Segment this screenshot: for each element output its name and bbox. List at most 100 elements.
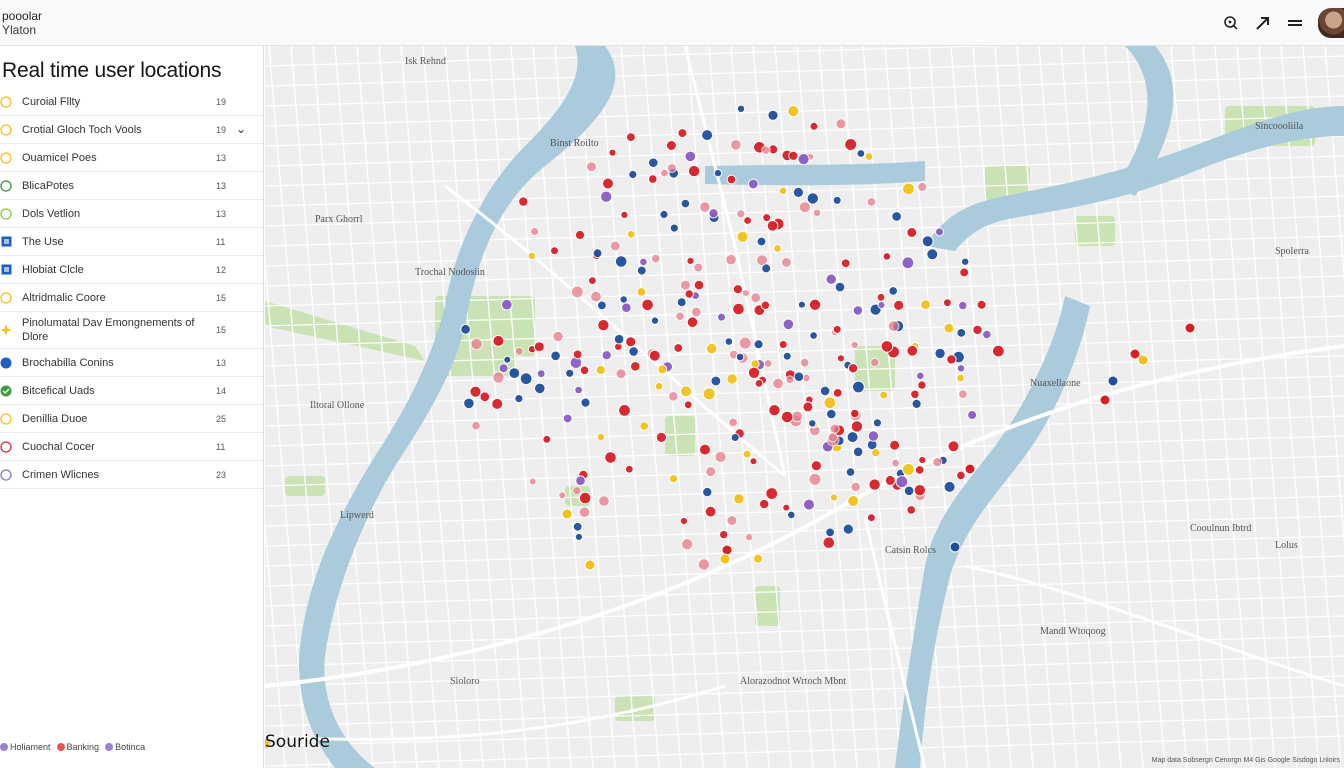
map-view[interactable]: Isk Rehnd Binst Roilto Sincoooliila Trochal… [265,46,1344,768]
user-location-marker[interactable] [808,472,822,486]
user-location-marker[interactable] [668,391,679,402]
user-location-marker[interactable] [636,265,647,276]
user-location-marker[interactable] [693,279,705,291]
user-location-marker[interactable] [725,253,737,266]
user-location-marker[interactable] [823,396,837,410]
user-location-marker[interactable] [636,287,647,297]
user-location-marker[interactable] [738,336,752,350]
user-location-marker[interactable] [782,351,792,361]
list-item[interactable]: Dols Vetlion 13 [0,200,263,228]
user-location-marker[interactable] [550,350,561,362]
user-location-marker[interactable] [921,235,934,248]
list-item[interactable]: Ouamicel Poes 13 [0,144,263,172]
user-location-marker[interactable] [788,150,799,161]
list-item[interactable]: BlicaPotes 13 [0,172,263,200]
user-location-marker[interactable] [592,248,603,259]
user-location-marker[interactable] [650,316,660,325]
user-location-marker[interactable] [956,470,966,481]
user-location-marker[interactable] [766,220,779,232]
user-location-marker[interactable] [479,391,491,403]
user-location-marker[interactable] [856,149,866,158]
user-location-marker[interactable] [697,558,711,571]
user-location-marker[interactable] [701,129,714,142]
user-location-marker[interactable] [850,420,864,433]
user-location-marker[interactable] [609,240,621,252]
user-location-marker[interactable] [728,417,738,428]
user-location-marker[interactable] [735,352,745,362]
user-location-marker[interactable] [742,449,752,459]
user-location-marker[interactable] [901,256,915,270]
user-location-marker[interactable] [832,388,843,398]
user-location-marker[interactable] [866,513,876,523]
user-location-marker[interactable] [767,109,779,121]
user-location-marker[interactable] [913,484,926,497]
user-location-marker[interactable] [598,495,610,507]
user-location-marker[interactable] [604,451,617,464]
list-item[interactable]: Denillia Duoe 25 [0,405,263,433]
user-location-marker[interactable] [660,168,669,178]
user-location-marker[interactable] [613,333,625,345]
user-location-marker[interactable] [514,394,524,404]
user-location-marker[interactable] [852,446,864,458]
user-location-marker[interactable] [518,196,529,207]
user-location-marker[interactable] [562,413,573,424]
user-location-marker[interactable] [492,334,505,347]
user-location-marker[interactable] [891,211,902,222]
user-location-marker[interactable] [887,320,900,333]
user-location-marker[interactable] [810,460,823,472]
user-location-marker[interactable] [648,349,661,362]
user-location-marker[interactable] [956,373,965,383]
user-location-marker[interactable] [876,292,886,302]
user-location-marker[interactable] [675,311,685,321]
user-location-marker[interactable] [608,148,617,157]
chevron-down-icon[interactable]: ⌄ [236,122,246,136]
user-location-marker[interactable] [618,404,631,417]
user-location-marker[interactable] [809,121,819,131]
user-location-marker[interactable] [917,380,927,390]
user-location-marker[interactable] [850,408,860,419]
user-location-marker[interactable] [586,161,597,173]
user-location-marker[interactable] [903,485,915,497]
user-location-marker[interactable] [772,377,784,390]
user-location-marker[interactable] [864,152,874,161]
user-location-marker[interactable] [699,201,711,213]
list-item[interactable]: Cuochal Cocer 11 [0,433,263,461]
user-location-marker[interactable] [732,302,745,316]
user-location-marker[interactable] [624,464,634,474]
user-location-marker[interactable] [1099,394,1111,406]
user-location-marker[interactable] [628,169,638,180]
user-location-marker[interactable] [943,298,952,308]
user-location-marker[interactable] [753,339,764,350]
user-location-marker[interactable] [870,357,880,368]
user-location-marker[interactable] [763,359,773,368]
user-location-marker[interactable] [614,255,628,268]
user-location-marker[interactable] [730,139,742,151]
user-location-marker[interactable] [832,195,842,205]
user-location-marker[interactable] [902,463,915,476]
user-location-marker[interactable] [514,346,524,356]
user-location-marker[interactable] [714,450,727,464]
user-location-marker[interactable] [550,246,559,256]
user-location-marker[interactable] [596,432,606,442]
user-location-marker[interactable] [787,510,796,520]
user-location-marker[interactable] [827,432,838,443]
user-location-marker[interactable] [879,390,889,400]
search-target-icon[interactable] [1222,14,1240,32]
user-location-marker[interactable] [847,495,860,507]
user-location-marker[interactable] [1184,322,1196,334]
user-location-marker[interactable] [590,290,602,303]
user-location-marker[interactable] [782,318,795,331]
user-location-marker[interactable] [745,532,754,542]
user-location-marker[interactable] [802,401,814,413]
user-location-marker[interactable] [803,498,815,511]
user-location-marker[interactable] [868,478,881,491]
user-location-marker[interactable] [491,397,504,410]
list-item[interactable]: Crotial Gloch Toch Vools 19 ⌄ [0,116,263,144]
user-location-marker[interactable] [835,118,847,130]
user-location-marker[interactable] [761,263,772,274]
user-location-marker[interactable] [578,491,592,505]
user-location-marker[interactable] [684,289,694,299]
user-location-marker[interactable] [719,553,731,565]
user-location-marker[interactable] [842,523,854,535]
user-location-marker[interactable] [956,364,966,373]
